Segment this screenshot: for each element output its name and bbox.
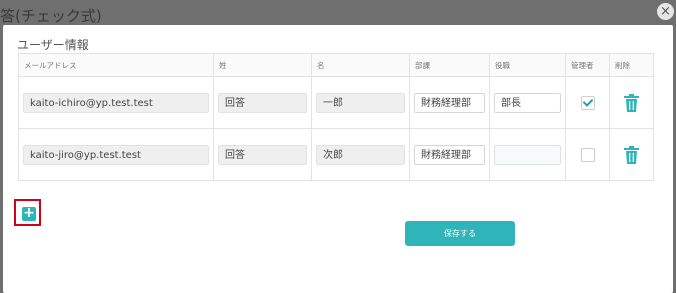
column-header-email: メールアドレス bbox=[18, 53, 214, 77]
column-header-first-name: 名 bbox=[311, 53, 410, 77]
department-field[interactable]: 財務経理部 bbox=[414, 144, 485, 165]
first-name-field[interactable]: 次郎 bbox=[316, 144, 405, 165]
trash-icon[interactable] bbox=[624, 93, 639, 112]
position-field[interactable] bbox=[494, 144, 561, 165]
close-icon[interactable]: × bbox=[657, 3, 674, 20]
save-button[interactable]: 保存する bbox=[405, 221, 515, 246]
position-field[interactable]: 部長 bbox=[494, 92, 561, 113]
trash-icon[interactable] bbox=[624, 145, 639, 164]
first-name-field[interactable]: 一郎 bbox=[316, 92, 405, 113]
email-field[interactable]: kaito-ichiro@yp.test.test bbox=[23, 92, 209, 113]
last-name-field[interactable]: 回答 bbox=[218, 92, 307, 113]
column-header-delete: 削除 bbox=[609, 53, 654, 77]
admin-checkbox[interactable] bbox=[580, 95, 595, 110]
admin-checkbox[interactable] bbox=[580, 147, 595, 162]
column-header-position: 役職 bbox=[489, 53, 566, 77]
add-button-highlight: + bbox=[14, 199, 41, 226]
add-row-button[interactable]: + bbox=[22, 206, 36, 221]
table-row: kaito-ichiro@yp.test.test 回答 一郎 財務経理部 部長 bbox=[18, 76, 654, 129]
column-header-last-name: 姓 bbox=[213, 53, 312, 77]
table-header-row: メールアドレス 姓 名 部課 役職 管理者 削除 bbox=[18, 53, 654, 77]
last-name-field[interactable]: 回答 bbox=[218, 144, 307, 165]
section-title: ユーザー情報 bbox=[17, 38, 89, 52]
table-row: kaito-jiro@yp.test.test 回答 次郎 財務経理部 bbox=[18, 128, 654, 181]
department-field[interactable]: 財務経理部 bbox=[414, 92, 485, 113]
email-field[interactable]: kaito-jiro@yp.test.test bbox=[23, 144, 209, 165]
column-header-admin: 管理者 bbox=[565, 53, 610, 77]
user-table: メールアドレス 姓 名 部課 役職 管理者 削除 kaito-ichiro@yp… bbox=[18, 53, 654, 181]
column-header-department: 部課 bbox=[409, 53, 490, 77]
